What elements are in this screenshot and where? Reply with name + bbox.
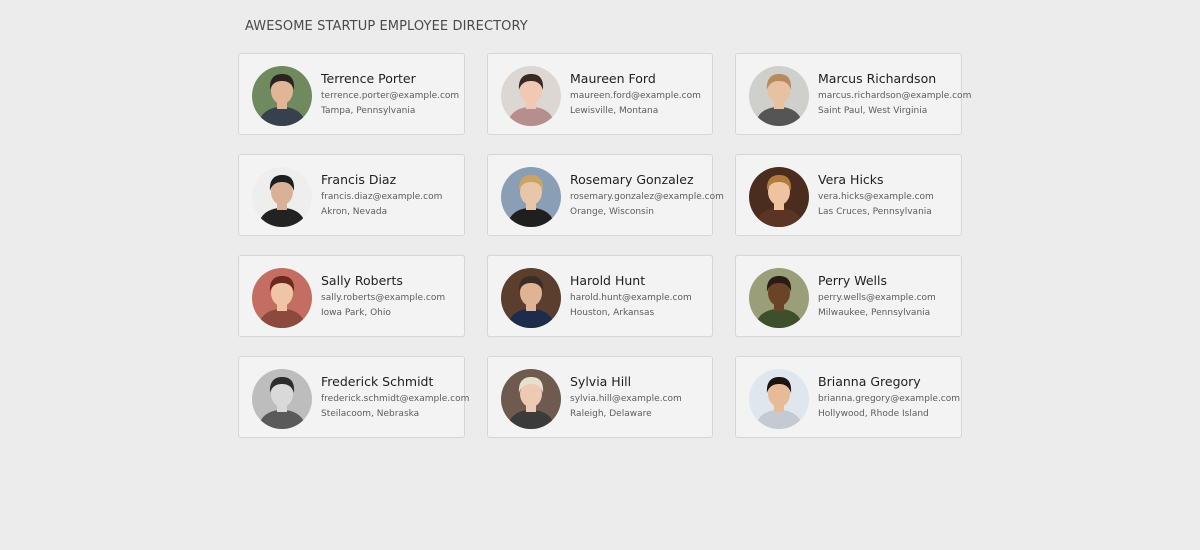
employee-card[interactable]: Francis Diaz francis.diaz@example.com Ak… — [238, 154, 465, 236]
portrait-man-short-dark-hair — [252, 66, 312, 126]
portrait-woman-outdoors-waterfront — [501, 167, 561, 227]
avatar — [749, 66, 809, 126]
employee-email: maureen.ford@example.com — [570, 91, 701, 101]
employee-name: Frederick Schmidt — [321, 374, 434, 389]
employee-grid: Terrence Porter terrence.porter@example.… — [238, 53, 972, 438]
employee-info: Perry Wells perry.wells@example.com Milw… — [818, 273, 957, 319]
employee-name: Rosemary Gonzalez — [570, 172, 694, 187]
avatar — [501, 66, 561, 126]
employee-location: Hollywood, Rhode Island — [818, 409, 929, 419]
employee-location: Saint Paul, West Virginia — [818, 106, 928, 116]
employee-card[interactable]: Perry Wells perry.wells@example.com Milw… — [735, 255, 962, 337]
avatar — [749, 167, 809, 227]
employee-info: Terrence Porter terrence.porter@example.… — [321, 71, 460, 117]
employee-info: Francis Diaz francis.diaz@example.com Ak… — [321, 172, 460, 218]
employee-location: Orange, Wisconsin — [570, 207, 654, 217]
portrait-woman-platinum-hair — [501, 369, 561, 429]
portrait-man-black-and-white — [252, 369, 312, 429]
employee-email: sylvia.hill@example.com — [570, 394, 682, 404]
employee-email: rosemary.gonzalez@example.com — [570, 192, 724, 202]
employee-email: marcus.richardson@example.com — [818, 91, 972, 101]
employee-email: terrence.porter@example.com — [321, 91, 460, 101]
employee-info: Marcus Richardson marcus.richardson@exam… — [818, 71, 972, 117]
employee-email: frederick.schmidt@example.com — [321, 394, 470, 404]
employee-location: Tampa, Pennsylvania — [321, 106, 416, 116]
employee-info: Vera Hicks vera.hicks@example.com Las Cr… — [818, 172, 957, 218]
avatar — [252, 167, 312, 227]
employee-card[interactable]: Brianna Gregory brianna.gregory@example.… — [735, 356, 962, 438]
employee-email: brianna.gregory@example.com — [818, 394, 961, 404]
employee-card[interactable]: Sally Roberts sally.roberts@example.com … — [238, 255, 465, 337]
employee-card[interactable]: Maureen Ford maureen.ford@example.com Le… — [487, 53, 713, 135]
avatar — [749, 369, 809, 429]
avatar — [501, 268, 561, 328]
employee-info: Harold Hunt harold.hunt@example.com Hous… — [570, 273, 708, 319]
avatar — [749, 268, 809, 328]
employee-name: Sylvia Hill — [570, 374, 632, 389]
employee-location: Lewisville, Montana — [570, 106, 659, 116]
employee-info: Frederick Schmidt frederick.schmidt@exam… — [321, 374, 470, 420]
portrait-man-beard — [749, 66, 809, 126]
employee-name: Vera Hicks — [818, 172, 884, 187]
employee-card[interactable]: Harold Hunt harold.hunt@example.com Hous… — [487, 255, 713, 337]
portrait-man-sunglasses — [252, 167, 312, 227]
employee-name: Sally Roberts — [321, 273, 403, 288]
avatar — [252, 369, 312, 429]
page-title: AWESOME STARTUP EMPLOYEE DIRECTORY — [245, 19, 528, 34]
employee-email: sally.roberts@example.com — [321, 293, 446, 303]
employee-location: Steilacoom, Nebraska — [321, 409, 420, 419]
portrait-woman-long-dark-hair — [749, 369, 809, 429]
portrait-man-suit-tie — [501, 268, 561, 328]
employee-location: Iowa Park, Ohio — [321, 308, 391, 318]
avatar — [501, 369, 561, 429]
employee-name: Brianna Gregory — [818, 374, 921, 389]
employee-info: Brianna Gregory brianna.gregory@example.… — [818, 374, 961, 420]
employee-card[interactable]: Sylvia Hill sylvia.hill@example.com Rale… — [487, 356, 713, 438]
employee-email: perry.wells@example.com — [818, 293, 936, 303]
employee-info: Sylvia Hill sylvia.hill@example.com Rale… — [570, 374, 708, 420]
employee-directory-page: AWESOME STARTUP EMPLOYEE DIRECTORY Terre… — [0, 0, 1200, 550]
employee-card[interactable]: Marcus Richardson marcus.richardson@exam… — [735, 53, 972, 135]
avatar — [501, 167, 561, 227]
employee-email: francis.diaz@example.com — [321, 192, 443, 202]
employee-card[interactable]: Terrence Porter terrence.porter@example.… — [238, 53, 465, 135]
employee-name: Harold Hunt — [570, 273, 646, 288]
employee-name: Perry Wells — [818, 273, 887, 288]
employee-email: vera.hicks@example.com — [818, 192, 934, 202]
employee-location: Akron, Nevada — [321, 207, 388, 217]
portrait-man-smiling-outdoors — [749, 268, 809, 328]
employee-name: Maureen Ford — [570, 71, 656, 86]
employee-info: Rosemary Gonzalez rosemary.gonzalez@exam… — [570, 172, 724, 218]
portrait-woman-smiling-blonde — [749, 167, 809, 227]
employee-card[interactable]: Vera Hicks vera.hicks@example.com Las Cr… — [735, 154, 962, 236]
employee-info: Sally Roberts sally.roberts@example.com … — [321, 273, 460, 319]
portrait-woman-dark-bob — [501, 66, 561, 126]
employee-location: Milwaukee, Pennsylvania — [818, 308, 931, 318]
avatar — [252, 66, 312, 126]
employee-name: Marcus Richardson — [818, 71, 937, 86]
avatar — [252, 268, 312, 328]
portrait-woman-red-hair — [252, 268, 312, 328]
employee-info: Maureen Ford maureen.ford@example.com Le… — [570, 71, 708, 117]
employee-email: harold.hunt@example.com — [570, 293, 692, 303]
employee-name: Terrence Porter — [321, 71, 416, 86]
employee-card[interactable]: Frederick Schmidt frederick.schmidt@exam… — [238, 356, 470, 438]
employee-location: Las Cruces, Pennsylvania — [818, 207, 932, 217]
employee-location: Raleigh, Delaware — [570, 409, 652, 419]
employee-card[interactable]: Rosemary Gonzalez rosemary.gonzalez@exam… — [487, 154, 724, 236]
employee-name: Francis Diaz — [321, 172, 397, 187]
employee-location: Houston, Arkansas — [570, 308, 655, 318]
